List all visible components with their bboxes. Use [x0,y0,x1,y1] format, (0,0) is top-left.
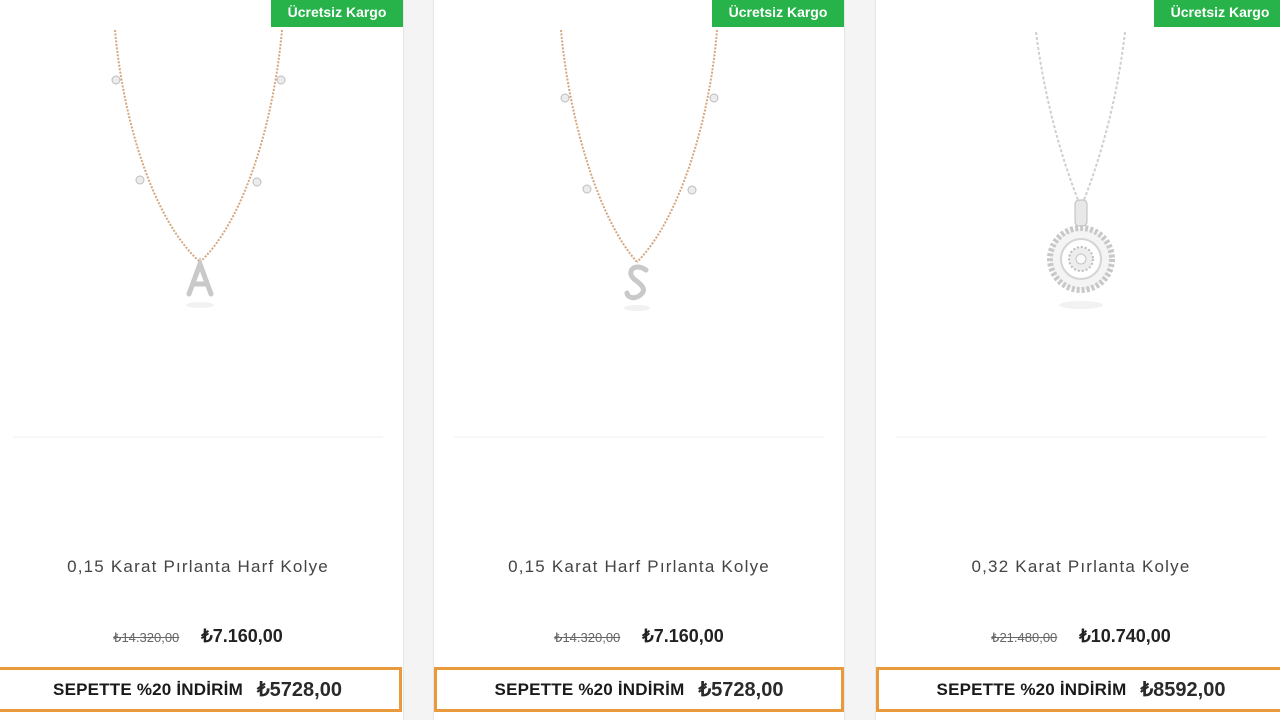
image-divider [896,436,1266,438]
product-name[interactable]: 0,15 Karat Harf Pırlanta Kolye [434,557,844,577]
basket-price: ₺5728,00 [698,679,784,701]
basket-price: ₺5728,00 [256,679,342,701]
sale-price: ₺7.160,00 [201,626,283,646]
basket-price: ₺8592,00 [1140,679,1226,701]
product-name[interactable]: 0,32 Karat Pırlanta Kolye [876,557,1280,577]
basket-discount-box[interactable]: SEPETTE %20 İNDİRİM ₺5728,00 [434,667,844,712]
old-price: ₺21.480,00 [991,630,1058,645]
product-card[interactable]: Ücretsiz Kargo 0,15 Karat Harf Pırlanta … [433,0,845,720]
product-image[interactable] [876,0,1280,440]
basket-discount-label: SEPETTE %20 İNDİRİM [53,679,243,699]
basket-discount-box[interactable]: SEPETTE %20 İNDİRİM ₺5728,00 [0,667,402,712]
free-shipping-badge: Ücretsiz Kargo [712,0,844,27]
product-image[interactable] [434,0,844,440]
image-divider [454,436,824,438]
product-card[interactable]: Ücretsiz Kargo 0,32 Karat Pırlanta Kolye… [875,0,1280,720]
price-row: ₺14.320,00 ₺7.160,00 [434,626,844,647]
sale-price: ₺7.160,00 [642,626,724,646]
product-card[interactable]: Ücretsiz Kargo 0,15 Karat Pırlanta Harf … [0,0,404,720]
product-grid: Ücretsiz Kargo 0,15 Karat Pırlanta Harf … [0,0,1280,720]
old-price: ₺14.320,00 [113,630,180,645]
price-row: ₺21.480,00 ₺10.740,00 [876,626,1280,647]
old-price: ₺14.320,00 [554,630,621,645]
price-row: ₺14.320,00 ₺7.160,00 [0,626,403,647]
product-name[interactable]: 0,15 Karat Pırlanta Harf Kolye [0,557,403,577]
sale-price: ₺10.740,00 [1079,626,1171,646]
free-shipping-badge: Ücretsiz Kargo [1154,0,1280,27]
product-image[interactable] [0,0,403,440]
basket-discount-label: SEPETTE %20 İNDİRİM [936,679,1127,699]
basket-discount-label: SEPETTE %20 İNDİRİM [494,679,685,699]
free-shipping-badge: Ücretsiz Kargo [271,0,403,27]
image-divider [13,436,383,438]
basket-discount-box[interactable]: SEPETTE %20 İNDİRİM ₺8592,00 [876,667,1280,712]
